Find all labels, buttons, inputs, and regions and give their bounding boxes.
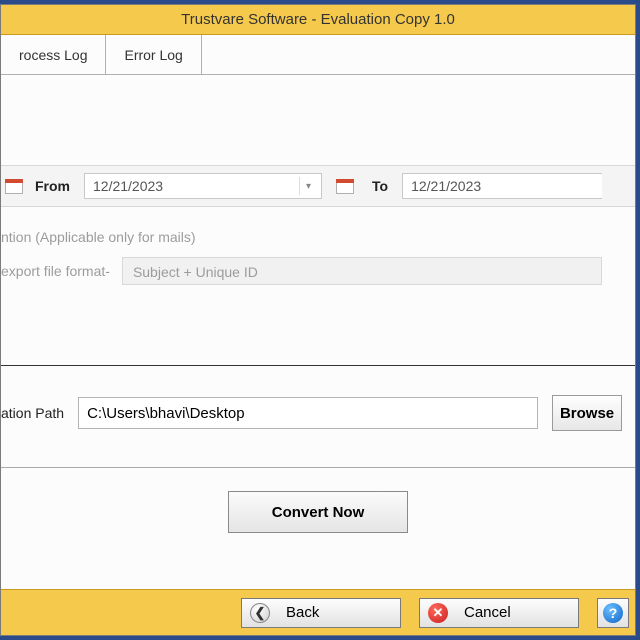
from-date-value: 12/21/2023 bbox=[93, 178, 163, 194]
back-label: Back bbox=[286, 604, 319, 621]
divider bbox=[1, 467, 635, 468]
from-date-picker[interactable]: 12/21/2023 ▾ bbox=[84, 173, 322, 199]
convert-row: Convert Now bbox=[1, 491, 635, 533]
destination-row: ation Path Browse bbox=[1, 395, 635, 431]
tab-spacer bbox=[202, 35, 635, 74]
naming-section: ntion (Applicable only for mails) export… bbox=[1, 223, 635, 285]
browse-label: Browse bbox=[560, 405, 614, 422]
title-text: Trustvare Software - Evaluation Copy 1.0 bbox=[181, 11, 455, 28]
close-icon: ✕ bbox=[428, 603, 448, 623]
app-window: Trustvare Software - Evaluation Copy 1.0… bbox=[0, 4, 636, 636]
calendar-icon bbox=[336, 177, 354, 195]
window-title: Trustvare Software - Evaluation Copy 1.0 bbox=[1, 5, 635, 35]
to-date-picker[interactable]: 12/21/2023 bbox=[402, 173, 602, 199]
back-button[interactable]: ❮ Back bbox=[241, 598, 401, 628]
tab-error-log[interactable]: Error Log bbox=[106, 35, 201, 74]
help-button[interactable]: ? bbox=[597, 598, 629, 628]
divider bbox=[1, 365, 635, 366]
date-filter-row: From 12/21/2023 ▾ To 12/21/2023 bbox=[1, 165, 635, 207]
destination-label: ation Path bbox=[1, 405, 64, 421]
cancel-label: Cancel bbox=[464, 604, 511, 621]
to-label: To bbox=[372, 178, 388, 194]
footer-bar: ❮ Back ✕ Cancel ? bbox=[1, 589, 635, 635]
from-label: From bbox=[35, 178, 70, 194]
convert-label: Convert Now bbox=[272, 504, 365, 521]
calendar-icon bbox=[5, 177, 23, 195]
help-icon: ? bbox=[603, 603, 623, 623]
naming-label: export file format- bbox=[1, 263, 110, 279]
chevron-down-icon[interactable]: ▾ bbox=[299, 177, 317, 195]
main-panel: rocess Log Error Log From 12/21/2023 ▾ T… bbox=[1, 35, 635, 589]
file-format-select: Subject + Unique ID bbox=[122, 257, 602, 285]
to-date-value: 12/21/2023 bbox=[411, 178, 481, 194]
arrow-left-icon: ❮ bbox=[250, 603, 270, 623]
destination-path-input[interactable] bbox=[78, 397, 538, 429]
file-format-value: Subject + Unique ID bbox=[133, 264, 258, 280]
tab-bar: rocess Log Error Log bbox=[1, 35, 635, 75]
tab-label: rocess Log bbox=[19, 47, 87, 63]
convert-now-button[interactable]: Convert Now bbox=[228, 491, 408, 533]
cancel-button[interactable]: ✕ Cancel bbox=[419, 598, 579, 628]
naming-legend: ntion (Applicable only for mails) bbox=[1, 229, 635, 245]
tab-process-log[interactable]: rocess Log bbox=[1, 35, 106, 74]
browse-button[interactable]: Browse bbox=[552, 395, 622, 431]
tab-label: Error Log bbox=[124, 47, 182, 63]
naming-row: export file format- Subject + Unique ID bbox=[1, 257, 635, 285]
